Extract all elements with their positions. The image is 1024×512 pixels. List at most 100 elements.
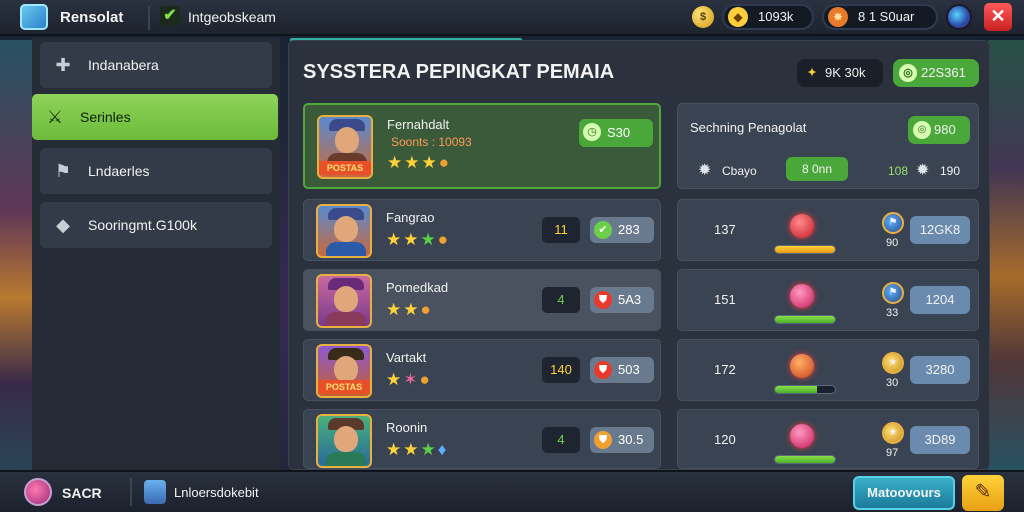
value-pill[interactable]: ⛊ 503: [590, 357, 654, 383]
sidebar-item-sooringmt[interactable]: ◆ Sooringmt.G100k: [40, 202, 272, 248]
sidebar-item-label: Lndaerles: [88, 163, 150, 179]
featured-player-card[interactable]: POSTAS Fernahdalt Soonts : 10093 ★★★● ◷ …: [303, 103, 661, 189]
power-orb-icon: [790, 284, 814, 308]
stat-row: 172 ★ 30 3280: [677, 339, 979, 401]
player-name: Vartakt: [386, 350, 427, 365]
star-rating: ★★★●: [387, 153, 452, 172]
gear-icon[interactable]: ✹: [916, 160, 929, 180]
player-name: Fernahdalt: [387, 117, 450, 132]
medal-icon: ⚑: [882, 282, 904, 304]
level-box: 11: [542, 217, 580, 243]
summary-center-pill[interactable]: 8 0nn: [786, 157, 848, 181]
close-button[interactable]: ✕: [984, 3, 1012, 31]
player-avatar: [316, 274, 372, 328]
power-orb-icon: [790, 424, 814, 448]
progress-bar: [774, 315, 836, 324]
player-avatar: [316, 414, 372, 468]
divider: [148, 6, 150, 30]
header-pill-xp-value: 9K 30k: [825, 65, 866, 80]
sidebar-item-lndaerles[interactable]: ⚑ Lndaerles: [40, 148, 272, 194]
background-right: [988, 40, 1024, 470]
currency-pill-star[interactable]: ✸ 8 1 S0uar: [822, 4, 938, 30]
shield-icon: ⛊: [594, 431, 612, 449]
clock-icon: ◷: [583, 123, 601, 141]
summary-right-number: 190: [940, 164, 961, 178]
stat-pill[interactable]: 3280: [910, 356, 970, 384]
progress-fill: [775, 386, 817, 393]
sidebar: ✚ Indanabera ⚔ Serinles ⚑ Lndaerles ◆ So…: [32, 38, 280, 470]
player-row[interactable]: Roonin ★★★♦ 4 ⛊ 30.5: [303, 409, 661, 469]
player-row[interactable]: POSTAS Vartakt ★✶● 140 ⛊ 503: [303, 339, 661, 401]
avatar-body: [326, 312, 366, 326]
stat-number: 172: [714, 362, 736, 377]
player-row[interactable]: Pomedkad ★★● 4 ⛊ 5A3: [303, 269, 661, 331]
confirm-button[interactable]: Matoovours: [853, 476, 955, 510]
level-box: 140: [542, 357, 580, 383]
summary-right-value: 108: [888, 164, 909, 178]
gear-icon[interactable]: ✹: [698, 160, 711, 180]
currency-gold-value: 1093k: [758, 9, 794, 24]
stat-pill[interactable]: 1204: [910, 286, 970, 314]
file-icon[interactable]: [144, 480, 166, 504]
puzzle-icon: ✚: [55, 55, 71, 75]
value-pill[interactable]: ✔ 283: [590, 217, 654, 243]
progress-bar: [774, 245, 836, 254]
sidebar-item-serinles[interactable]: ⚔ Serinles: [32, 94, 278, 140]
bottom-left-label[interactable]: SACR: [62, 485, 102, 501]
medal-icon: ★: [882, 422, 904, 444]
stat-pill[interactable]: 3D89: [910, 426, 970, 454]
avatar-face: [334, 356, 358, 382]
medal-number: 33: [886, 307, 899, 319]
app-title: Rensolat: [60, 9, 124, 26]
check-icon[interactable]: ✔: [160, 6, 180, 26]
value-text: 30.5: [618, 432, 644, 447]
header-pill-score-value: 22S361: [921, 65, 966, 80]
player-name: Pomedkad: [386, 280, 449, 295]
main-panel: SYSSTERA PEPINGKAT PEMAIA ✦ 9K 30k ◎ 22S…: [288, 40, 990, 470]
profile-icon[interactable]: [24, 478, 52, 506]
currency-star-value: 8 1 S0uar: [858, 9, 915, 24]
flag-icon: ⚑: [54, 161, 72, 181]
player-score-label: Soonts : 10093: [391, 135, 472, 149]
header-pill-xp[interactable]: ✦ 9K 30k: [797, 59, 883, 87]
summary-card: Sechning Penagolat ◎ 980 ✹ Cbayo 8 0nn 1…: [677, 103, 979, 189]
sidebar-item-indanabera[interactable]: ✚ Indanabera: [40, 42, 272, 88]
progress-fill: [775, 456, 835, 463]
edit-icon[interactable]: ✎: [962, 475, 1004, 511]
stat-pill[interactable]: 12GK8: [910, 216, 970, 244]
coin-icon: ◎: [913, 121, 931, 139]
medal-icon: ⚑: [882, 212, 904, 234]
avatar-face: [335, 127, 359, 153]
bottom-bar: SACR Lnloersdokebit Matoovours ✎: [0, 470, 1024, 512]
value-pill[interactable]: ⛊ 30.5: [590, 427, 654, 453]
sidebar-item-label: Sooringmt.G100k: [88, 217, 197, 233]
score-pill[interactable]: ◷ S30: [579, 119, 653, 147]
bolt-icon: ✦: [807, 67, 817, 79]
check-icon: ✔: [594, 221, 612, 239]
sidebar-item-label: Serinles: [80, 109, 131, 125]
player-name: Fangrao: [386, 210, 435, 225]
stat-number: 151: [714, 292, 736, 307]
player-row[interactable]: Fangrao ★★★● 11 ✔ 283: [303, 199, 661, 261]
player-avatar: POSTAS: [317, 115, 373, 179]
value-pill[interactable]: ⛊ 5A3: [590, 287, 654, 313]
background-left: [0, 40, 36, 470]
score-value: S30: [607, 125, 631, 140]
level-box: 4: [542, 287, 580, 313]
progress-bar: [774, 455, 836, 464]
value-text: 5A3: [618, 292, 642, 307]
globe-icon[interactable]: [946, 4, 972, 30]
app-logo-icon: [20, 4, 48, 30]
medal-icon: ★: [882, 352, 904, 374]
shield-icon: ⛊: [594, 361, 612, 379]
avatar-body: [326, 242, 366, 256]
shield-icon: ⛊: [594, 291, 612, 309]
coin-icon[interactable]: $: [692, 6, 714, 28]
star-rating: ★✶●: [386, 370, 432, 389]
stat-row: 151 ⚑ 33 1204: [677, 269, 979, 331]
currency-pill-gold[interactable]: ◆ 1093k: [722, 4, 814, 30]
avatar-face: [334, 216, 358, 242]
player-avatar: POSTAS: [316, 344, 372, 398]
summary-pill[interactable]: ◎ 980: [908, 116, 970, 144]
header-pill-score[interactable]: ◎ 22S361: [893, 59, 979, 87]
